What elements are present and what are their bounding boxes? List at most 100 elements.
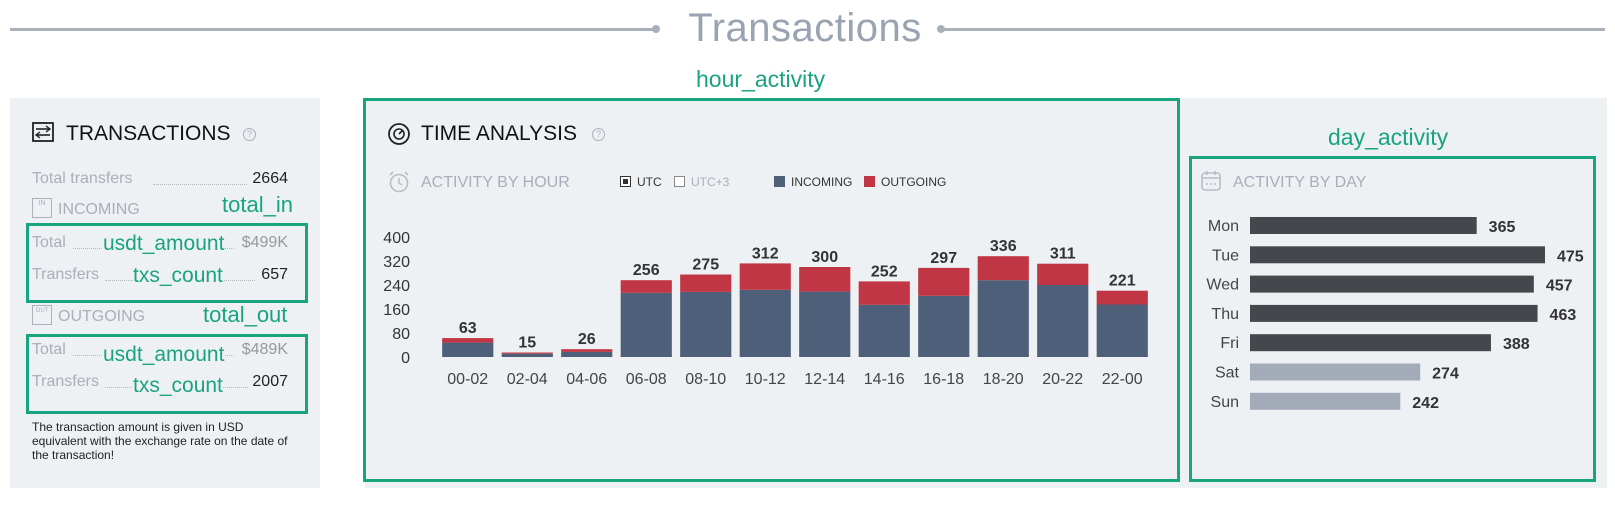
bar-incoming (739, 289, 791, 357)
bar-incoming (799, 291, 851, 357)
activity-by-day-title: ACTIVITY BY DAY (1233, 174, 1367, 191)
x-tick-label: 02-04 (507, 371, 548, 388)
day-value-label: 365 (1489, 219, 1516, 236)
incoming-count-annotation: txs_count (133, 264, 223, 288)
utc-label: UTC (637, 175, 662, 189)
bar-incoming (561, 351, 613, 357)
bar-outgoing (858, 281, 910, 305)
day-label: Fri (1220, 335, 1239, 352)
transactions-title: TRANSACTIONS (66, 122, 231, 145)
day-value-label: 457 (1546, 278, 1573, 295)
incoming-icon-text: IN (38, 200, 46, 207)
utc3-radio[interactable] (674, 176, 685, 187)
header-line-left (10, 28, 655, 31)
y-tick-label: 0 (401, 350, 410, 367)
bar-incoming (1096, 304, 1148, 357)
y-tick-label: 160 (383, 302, 410, 319)
day-bar (1250, 392, 1401, 410)
y-tick-label: 80 (392, 326, 410, 343)
help-icon[interactable]: ? (592, 128, 605, 141)
day-activity-chart: Mon 365 Tue 475 Wed 457 Thu 463 Fri 388 Sat 274 Sun 2… (1206, 217, 1584, 412)
bar-incoming (501, 353, 553, 357)
bar-outgoing (799, 267, 851, 292)
bar-total-label: 15 (518, 335, 536, 352)
dotted-leader (153, 184, 247, 185)
bar-incoming (620, 292, 672, 357)
bar-incoming (858, 304, 910, 357)
bar-incoming (442, 342, 494, 357)
transactions-icon (32, 122, 54, 142)
bar-outgoing (1096, 290, 1148, 305)
day-label: Tue (1212, 247, 1239, 264)
help-icon[interactable]: ? (243, 128, 256, 141)
y-tick-label: 400 (383, 230, 410, 247)
total-in-annotation: total_in (222, 192, 293, 217)
bar-total-label: 297 (930, 250, 957, 267)
outgoing-label: OUTGOING (58, 308, 146, 325)
day-label: Sun (1211, 394, 1239, 411)
bar-outgoing (680, 274, 732, 292)
total-transfers-value: 2664 (252, 170, 288, 187)
bar-total-label: 256 (633, 262, 660, 279)
legend-incoming-label: INCOMING (791, 175, 853, 189)
hour-activity-chart: 0 80 160 240 320 400 63 00-02 15 02-04 26 04-06 256 0… (383, 230, 1148, 388)
day-label: Wed (1206, 277, 1239, 294)
bar-total-label: 275 (692, 257, 719, 274)
outgoing-icon-text: OUT (35, 308, 49, 314)
bar-incoming (1037, 285, 1089, 357)
y-tick-label: 240 (383, 278, 410, 295)
bar-incoming (918, 295, 970, 357)
clock-chart-icon (388, 123, 410, 145)
bar-total-label: 336 (990, 238, 1017, 255)
day-bar (1250, 334, 1491, 352)
day-bar (1250, 246, 1545, 264)
bar-total-label: 63 (459, 320, 477, 337)
bar-total-label: 221 (1109, 273, 1136, 290)
bar-incoming (977, 280, 1029, 357)
utc-radio-dot (623, 179, 628, 184)
x-tick-label: 16-18 (923, 371, 964, 388)
total-transfers-label: Total transfers (32, 170, 133, 187)
total-out-annotation: total_out (203, 302, 288, 327)
day-value-label: 475 (1557, 248, 1584, 265)
day-activity-annotation: day_activity (1328, 124, 1449, 150)
bar-outgoing (918, 267, 970, 296)
utc-radio[interactable] (620, 176, 631, 187)
day-bar (1250, 363, 1421, 381)
x-tick-label: 20-22 (1042, 371, 1083, 388)
bar-outgoing (620, 280, 672, 293)
activity-by-hour-title: ACTIVITY BY HOUR (421, 174, 570, 191)
bar-total-label: 26 (578, 331, 596, 348)
day-bar (1250, 304, 1538, 322)
hour-activity-annotation: hour_activity (696, 66, 826, 92)
x-tick-label: 14-16 (864, 371, 905, 388)
day-value-label: 274 (1432, 366, 1459, 383)
incoming-icon: IN (32, 198, 52, 218)
day-value-label: 463 (1550, 307, 1577, 324)
x-tick-label: 06-08 (626, 371, 667, 388)
x-tick-label: 10-12 (745, 371, 786, 388)
day-value-label: 242 (1412, 395, 1439, 412)
incoming-label: INCOMING (58, 201, 140, 218)
outgoing-count-annotation: txs_count (133, 374, 223, 398)
incoming-amount-annotation: usdt_amount (103, 232, 225, 256)
disclaimer-note: The transaction amount is given in USD e… (32, 420, 288, 462)
alarm-clock-icon (389, 171, 409, 193)
header-line-right (942, 28, 1605, 31)
page-title: Transactions (688, 6, 922, 50)
legend-outgoing-swatch (864, 176, 875, 187)
x-tick-label: 18-20 (983, 371, 1024, 388)
bar-outgoing (501, 352, 553, 354)
day-bar (1250, 217, 1477, 234)
outgoing-icon: OUT (32, 305, 52, 325)
bar-outgoing (442, 338, 494, 343)
bar-total-label: 312 (752, 245, 779, 262)
day-label: Mon (1208, 218, 1239, 235)
legend-incoming-swatch (774, 176, 785, 187)
legend-outgoing-label: OUTGOING (881, 175, 947, 189)
x-tick-label: 08-10 (685, 371, 726, 388)
bar-outgoing (561, 349, 613, 352)
outgoing-amount-annotation: usdt_amount (103, 343, 225, 367)
bar-total-label: 311 (1050, 246, 1076, 263)
x-tick-label: 22-00 (1102, 371, 1143, 388)
